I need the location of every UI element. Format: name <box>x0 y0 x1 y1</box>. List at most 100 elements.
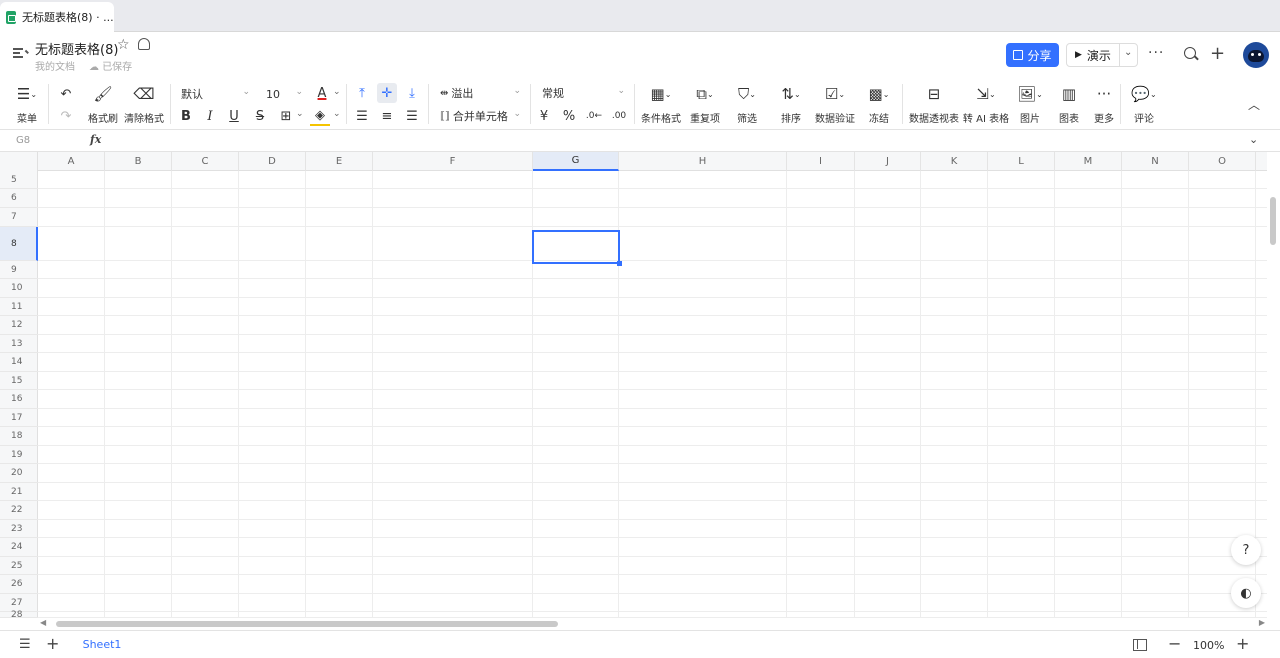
italic-icon[interactable]: I <box>200 106 220 126</box>
share-button[interactable]: 分享 <box>1006 43 1059 67</box>
font-color-icon[interactable]: A <box>312 83 332 103</box>
font-color-dropdown-icon[interactable]: ⌄ <box>333 87 341 97</box>
merge-cells-select[interactable]: ⟦⟧ 合并单元格 ⌄ <box>436 106 524 126</box>
increase-decimal-icon[interactable]: .00 <box>609 106 629 126</box>
row-header[interactable]: 5 <box>0 171 38 189</box>
help-icon[interactable]: ? <box>1231 535 1261 565</box>
row-header[interactable]: 18 <box>0 427 38 446</box>
select-all-corner[interactable] <box>0 152 38 171</box>
underline-icon[interactable]: U <box>224 106 244 126</box>
data-validation-button[interactable]: ☑ ⌄ 数据验证 <box>814 84 856 125</box>
scroll-left-icon[interactable]: ◀ <box>40 618 46 627</box>
row-header[interactable]: 14 <box>0 353 38 372</box>
column-header[interactable]: G <box>533 152 619 171</box>
browser-tab[interactable]: 无标题表格(8) · ... <box>0 2 114 32</box>
theme-toggle-icon[interactable]: ◐ <box>1231 578 1261 608</box>
doc-title[interactable]: 无标题表格(8) <box>35 39 118 58</box>
to-ai-table-button[interactable]: ⇲ ⌄ 转 AI 表格 <box>963 84 1009 125</box>
percent-icon[interactable]: % <box>559 106 579 126</box>
sheet-list-icon[interactable]: ☰ <box>19 637 31 652</box>
redo-icon[interactable]: ↷ <box>56 106 76 126</box>
sheet-tab[interactable]: Sheet1 <box>72 631 132 658</box>
scroll-right-icon[interactable]: ▶ <box>1259 618 1265 627</box>
row-header[interactable]: 8 <box>0 227 38 261</box>
column-header[interactable]: A <box>38 152 105 171</box>
row-header[interactable]: 15 <box>0 372 38 390</box>
image-button[interactable]: 🖼 ⌄ 图片 <box>1015 84 1045 125</box>
column-header[interactable]: L <box>988 152 1055 171</box>
search-icon[interactable] <box>1184 47 1196 59</box>
column-header[interactable]: B <box>105 152 172 171</box>
row-header[interactable]: 24 <box>0 538 38 557</box>
overflow-select[interactable]: ⇹ 溢出 ⌄ <box>436 83 524 103</box>
font-select[interactable]: 默认 ⌄ <box>177 84 253 104</box>
selected-cell[interactable] <box>532 230 622 266</box>
zoom-out-icon[interactable]: − <box>1168 634 1181 653</box>
freeze-button[interactable]: ▩ ⌄ 冻结 <box>864 84 894 125</box>
row-header[interactable]: 22 <box>0 501 38 520</box>
column-header[interactable]: M <box>1055 152 1122 171</box>
doc-location[interactable]: 我的文档 <box>35 58 75 73</box>
chart-button[interactable]: ▥ 图表 <box>1056 84 1082 125</box>
column-header[interactable]: E <box>306 152 373 171</box>
number-format-select[interactable]: 常规 ⌄ <box>538 83 628 103</box>
row-header[interactable]: 9 <box>0 261 38 279</box>
cell-reference[interactable]: G8 <box>16 135 30 146</box>
decrease-decimal-icon[interactable]: .0← <box>584 106 604 126</box>
bell-icon[interactable] <box>138 38 150 50</box>
row-header[interactable]: 6 <box>0 189 38 208</box>
menu-collapse-icon[interactable] <box>13 46 29 60</box>
present-dropdown-icon[interactable]: ⌄ <box>1124 47 1132 58</box>
cell-area[interactable] <box>38 171 1267 618</box>
zoom-level[interactable]: 100% <box>1193 639 1224 652</box>
row-header[interactable]: 19 <box>0 446 38 464</box>
strikethrough-icon[interactable]: S <box>250 106 270 126</box>
column-header[interactable]: F <box>373 152 533 171</box>
format-painter-button[interactable]: 🖌 格式刷 <box>86 84 120 125</box>
row-header[interactable]: 20 <box>0 464 38 483</box>
align-right-icon[interactable]: ☰ <box>402 106 422 126</box>
row-header[interactable]: 23 <box>0 520 38 538</box>
column-header[interactable]: I <box>787 152 855 171</box>
fill-color-icon[interactable]: ◈ <box>310 106 330 126</box>
add-icon[interactable]: + <box>1210 43 1225 64</box>
column-header[interactable]: C <box>172 152 239 171</box>
fill-color-dropdown-icon[interactable]: ⌄ <box>333 109 341 119</box>
pivot-table-button[interactable]: ⊟ 数据透视表 <box>908 84 960 125</box>
zoom-in-icon[interactable]: + <box>1236 634 1249 653</box>
undo-icon[interactable]: ↶ <box>56 84 76 104</box>
more-button[interactable]: ··· 更多 <box>1091 84 1117 125</box>
column-header[interactable]: N <box>1122 152 1189 171</box>
bold-icon[interactable]: B <box>176 106 196 126</box>
horizontal-scrollbar[interactable]: ◀ ▶ <box>38 618 1267 630</box>
spreadsheet-grid[interactable]: ABCDEFGHIJKLMNO 5 6 7 8 9 10 11 12 13 14 15 16 17 18 1… <box>0 152 1267 618</box>
column-header[interactable]: K <box>921 152 988 171</box>
row-header[interactable]: 10 <box>0 279 38 298</box>
filter-button[interactable]: ⛉ ⌄ 筛选 <box>732 84 762 125</box>
column-header[interactable]: O <box>1189 152 1256 171</box>
sort-button[interactable]: ⇅ ⌄ 排序 <box>776 84 806 125</box>
present-button[interactable]: ▶ 演示 ⌄ <box>1066 43 1138 67</box>
vertical-scrollbar[interactable] <box>1267 171 1280 618</box>
row-header[interactable]: 25 <box>0 557 38 575</box>
avatar[interactable] <box>1243 42 1269 68</box>
align-middle-icon[interactable]: ✛ <box>377 83 397 103</box>
comment-button[interactable]: 💬 ⌄ 评论 <box>1128 84 1160 125</box>
border-icon[interactable]: ⊞ <box>276 106 296 126</box>
column-header[interactable]: D <box>239 152 306 171</box>
duplicates-button[interactable]: ⧉ ⌄ 重复项 <box>688 84 722 125</box>
row-header[interactable]: 7 <box>0 208 38 227</box>
currency-icon[interactable]: ¥ <box>534 106 554 126</box>
star-icon[interactable]: ☆ <box>117 37 130 53</box>
row-header[interactable]: 26 <box>0 575 38 594</box>
align-top-icon[interactable]: ⤒ <box>352 83 372 103</box>
row-header[interactable]: 12 <box>0 316 38 335</box>
layout-view-icon[interactable] <box>1133 639 1147 651</box>
conditional-format-button[interactable]: ▦ ⌄ 条件格式 <box>640 84 682 125</box>
menu-button[interactable]: ☰ ⌄ 菜单 <box>12 84 42 125</box>
row-header[interactable]: 28 <box>0 610 38 618</box>
clear-format-button[interactable]: ⌫ 清除格式 <box>122 84 166 125</box>
more-options-icon[interactable]: ··· <box>1148 45 1164 61</box>
collapse-toolbar-icon[interactable]: ︿ <box>1248 96 1260 113</box>
align-center-icon[interactable]: ≡ <box>377 106 397 126</box>
